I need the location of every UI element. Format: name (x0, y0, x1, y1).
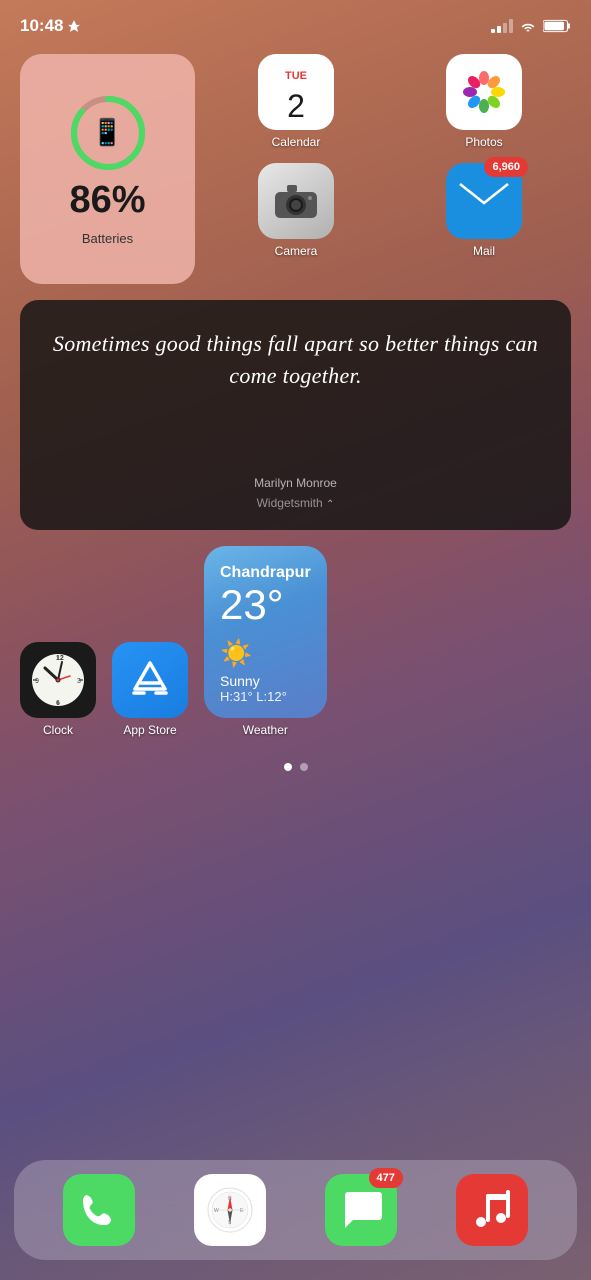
weather-hl: H:31° L:12° (220, 689, 311, 704)
dot-2 (300, 763, 308, 771)
appstore-app[interactable]: App Store (112, 642, 188, 737)
quote-text: Sometimes good things fall apart so bett… (50, 328, 541, 392)
svg-text:9: 9 (35, 678, 39, 685)
weather-description: Sunny (220, 673, 311, 689)
battery-phone-icon: 📱 (68, 93, 148, 173)
dock: N S E W 477 (14, 1160, 577, 1260)
phone-app[interactable] (63, 1174, 135, 1246)
quote-author: Marilyn Monroe (50, 476, 541, 490)
weather-city: Chandrapur (220, 564, 311, 582)
weather-widget[interactable]: Chandrapur 23° ☀️ Sunny H:31° L:12° (204, 546, 327, 718)
mail-app[interactable]: 6,960 Mail (397, 163, 571, 258)
signal-icon (491, 19, 513, 33)
music-app[interactable] (456, 1174, 528, 1246)
bottom-apps-row: 12 3 6 9 (20, 546, 571, 737)
location-icon (67, 19, 81, 33)
clock-label: Clock (43, 723, 73, 737)
messages-app[interactable]: 477 (325, 1174, 397, 1246)
camera-icon (258, 163, 334, 239)
weather-condition-icon: ☀️ (220, 638, 311, 669)
camera-app[interactable]: Camera (209, 163, 383, 258)
time-display: 10:48 (20, 16, 63, 36)
clock-icon: 12 3 6 9 (20, 642, 96, 718)
page-dots (20, 753, 571, 785)
quote-widget[interactable]: Sometimes good things fall apart so bett… (20, 300, 571, 530)
svg-text:12: 12 (56, 655, 64, 662)
battery-icon (543, 19, 571, 33)
safari-app[interactable]: N S E W (194, 1174, 266, 1246)
calendar-label: Calendar (272, 135, 321, 149)
svg-text:3: 3 (77, 678, 81, 685)
status-time: 10:48 (20, 16, 81, 36)
appstore-icon (112, 642, 188, 718)
mail-badge: 6,960 (484, 157, 528, 177)
mail-icon: 6,960 (446, 163, 522, 239)
svg-text:W: W (214, 1208, 219, 1214)
widgetsmith-label: Widgetsmith ⌃ (50, 496, 541, 510)
battery-circle: 📱 (68, 93, 148, 173)
messages-badge: 477 (369, 1168, 403, 1188)
mail-label: Mail (473, 244, 495, 258)
clock-app[interactable]: 12 3 6 9 (20, 642, 96, 737)
wifi-icon (519, 19, 537, 33)
cal-day: TUE (285, 70, 307, 82)
home-content: 📱 86% Batteries TUE 2 Calendar (0, 44, 591, 1160)
weather-label: Weather (204, 723, 327, 737)
photos-label: Photos (465, 135, 502, 149)
calendar-icon: TUE 2 (258, 54, 334, 130)
photos-icon (446, 54, 522, 130)
camera-label: Camera (275, 244, 318, 258)
weather-wrapper: Chandrapur 23° ☀️ Sunny H:31° L:12° Weat… (204, 546, 327, 737)
dot-1 (284, 763, 292, 771)
battery-percent: 86% (69, 181, 145, 219)
batteries-widget[interactable]: 📱 86% Batteries (20, 54, 195, 284)
calendar-app[interactable]: TUE 2 Calendar (209, 54, 383, 149)
icon-grid: TUE 2 Calendar (209, 54, 571, 258)
status-icons (491, 19, 571, 33)
appstore-label: App Store (123, 723, 176, 737)
status-bar: 10:48 (0, 0, 591, 44)
weather-temp: 23° (220, 584, 311, 626)
top-row: 📱 86% Batteries TUE 2 Calendar (20, 54, 571, 284)
cal-date: 2 (287, 90, 305, 122)
photos-app[interactable]: Photos (397, 54, 571, 149)
batteries-label: Batteries (82, 231, 133, 246)
